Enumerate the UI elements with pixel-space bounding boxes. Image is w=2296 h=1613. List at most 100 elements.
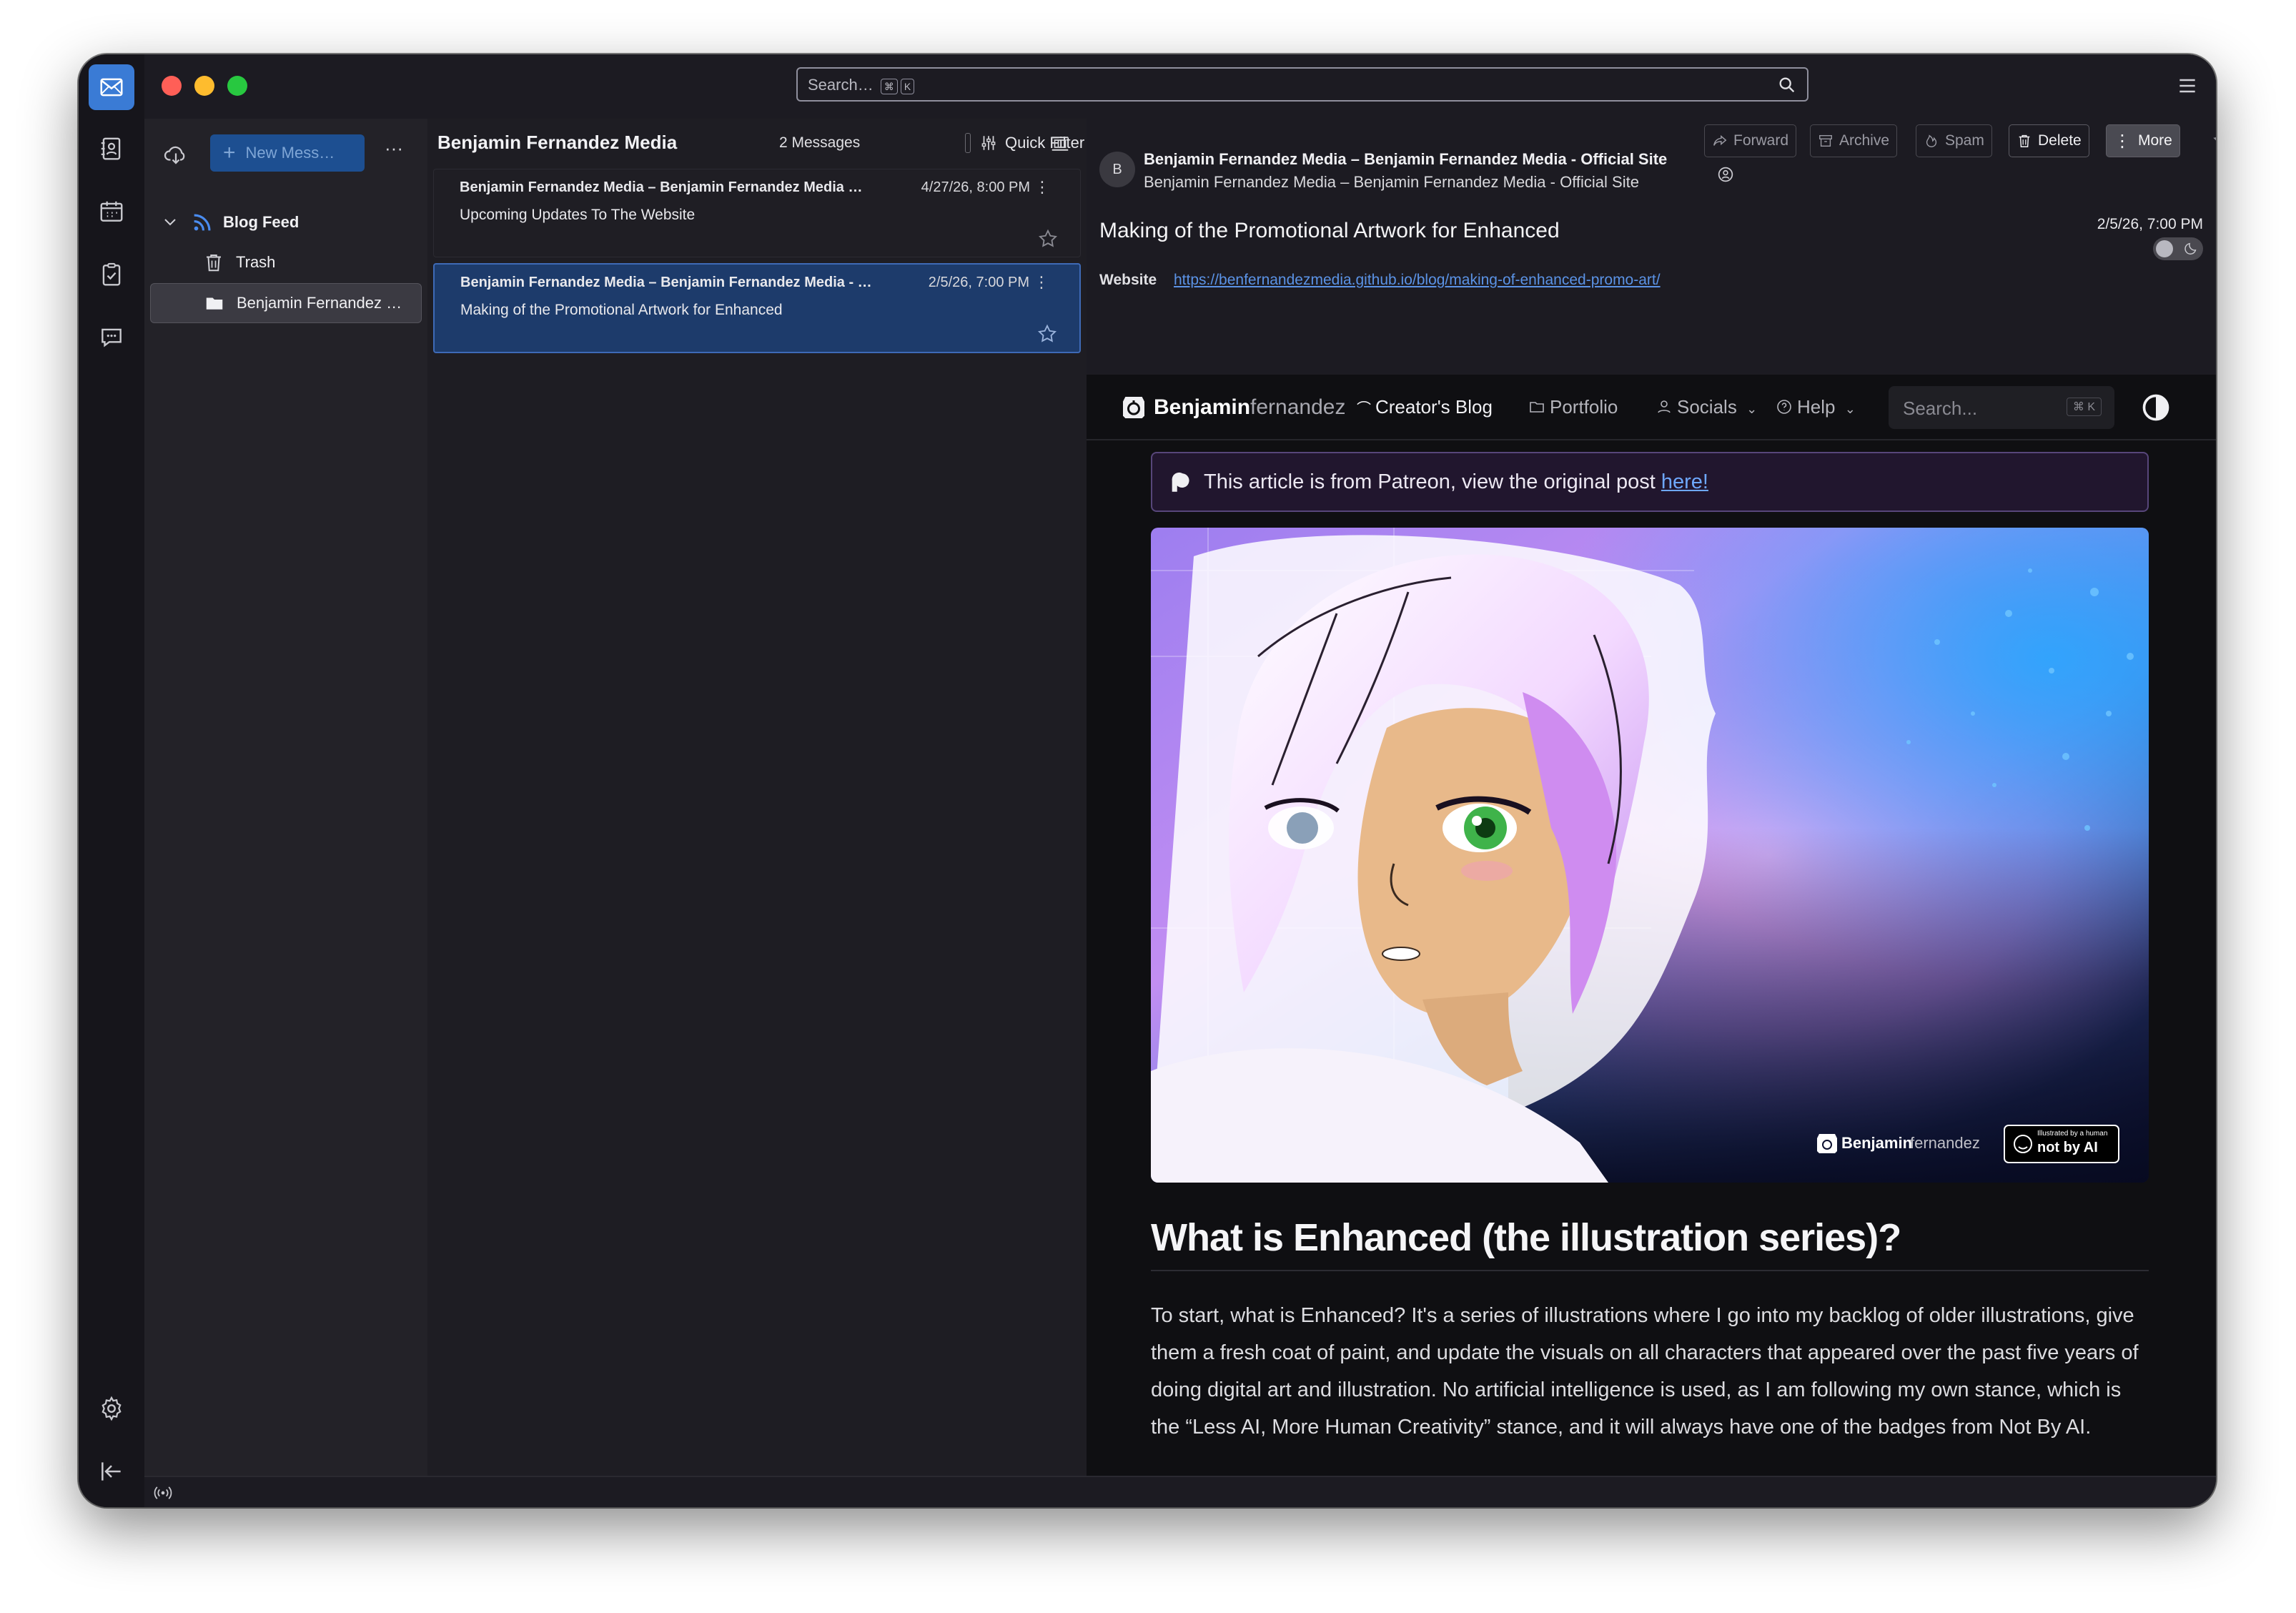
site-navbar: Benjamin fernandez ⌒ Creator's Blog Portfo… [1087, 375, 2216, 440]
minimize-window-button[interactable] [194, 76, 214, 96]
app-window: Search… ⌘ K + New Mess… ··· Blog Feed Tra… [79, 54, 2216, 1507]
archive-button[interactable]: Archive [1810, 124, 1898, 157]
get-messages-icon[interactable] [163, 142, 189, 167]
message-row-selected[interactable]: Benjamin Fernandez Media – Benjamin Fern… [433, 263, 1081, 353]
users-icon [1658, 400, 1671, 413]
star-icon[interactable] [1036, 323, 1058, 345]
app-menu-icon[interactable] [2176, 74, 2199, 97]
web-content: Benjamin fernandez ⌒ Creator's Blog Portfo… [1087, 375, 2216, 1477]
star-icon[interactable] [1037, 228, 1059, 250]
folder-icon [1530, 402, 1544, 413]
chat-icon [102, 328, 122, 347]
message-reader-pane: Forward Archive Spam Delete ⋮ More B Ben… [1087, 119, 2216, 1477]
hero-artwork-image: Benjamin fernandez Illustrated by a huma… [1151, 528, 2149, 1183]
hero-logo-text-light: fernandez [1910, 1134, 1980, 1152]
message-subject: Upcoming Updates To The Website [460, 207, 696, 223]
patreon-banner: This article is from Patreon, view the o… [1151, 452, 2149, 512]
spam-label: Spam [1945, 132, 1984, 149]
folder-label: Benjamin Fernandez … [237, 294, 402, 312]
message-date: 2/5/26, 7:00 PM [928, 275, 1029, 290]
logo-text-light: fernandez [1250, 395, 1346, 419]
tasks-icon [102, 262, 121, 286]
folder-trash[interactable]: Trash [150, 243, 422, 282]
message-menu-button[interactable]: ⋮ [1034, 273, 1049, 292]
website-label: Website [1099, 272, 1157, 288]
website-link[interactable]: https://benfernandezmedia.github.io/blog… [1174, 272, 1661, 289]
new-message-label: New Mess… [245, 144, 335, 162]
site-search-input[interactable]: Search... ⌘ K [1889, 386, 2114, 429]
article-heading: What is Enhanced (the illustration serie… [1151, 1215, 2149, 1271]
online-status-icon[interactable] [153, 1483, 173, 1503]
calendar-space-button[interactable] [89, 189, 134, 235]
star-icon[interactable] [2212, 129, 2216, 153]
message-date: 2/5/26, 7:00 PM [2097, 216, 2203, 232]
kebab-icon: ⋮ [2114, 131, 2131, 151]
nav-help[interactable]: Help ⌄ [1776, 396, 1856, 418]
dark-mode-toggle[interactable] [2153, 237, 2203, 260]
global-search-placeholder: Search… ⌘ K [808, 76, 915, 94]
list-display-options-icon[interactable] [1049, 133, 1071, 154]
site-logo[interactable]: Benjamin fernandez [1119, 393, 1345, 422]
address-book-space-button[interactable] [89, 126, 134, 172]
site-logo-icon [1123, 397, 1144, 418]
address-book-add-icon[interactable] [1716, 164, 1736, 184]
hero-watermark-logo [1817, 1134, 1837, 1153]
close-window-button[interactable] [162, 76, 182, 96]
folder-pane-menu-button[interactable]: ··· [385, 137, 403, 159]
archive-label: Archive [1839, 132, 1890, 149]
forward-button[interactable]: Forward [1704, 124, 1797, 157]
global-search-input[interactable]: Search… ⌘ K [796, 67, 1808, 102]
patreon-original-link[interactable]: here! [1661, 470, 1708, 493]
nav-creators-blog[interactable]: ⌒ Creator's Blog [1357, 396, 1493, 418]
mail-space-button[interactable] [89, 64, 134, 110]
banner-text: This article is from Patreon, view the o… [1204, 470, 1661, 493]
chevron-down-icon[interactable] [162, 214, 179, 231]
settings-button[interactable] [89, 1386, 134, 1431]
spam-flame-icon [1926, 134, 1937, 147]
titlebar: Search… ⌘ K [144, 54, 2216, 119]
logo-text-bold: Benjamin [1154, 395, 1251, 419]
trash-icon [2019, 134, 2030, 147]
filter-sliders-icon [981, 136, 996, 150]
message-to[interactable]: Benjamin Fernandez Media – Benjamin Fern… [1144, 173, 1639, 192]
spam-button[interactable]: Spam [1916, 124, 1992, 157]
folder-blog-feed[interactable]: Blog Feed [150, 203, 422, 242]
article-paragraph: To start, what is Enhanced? It's a serie… [1151, 1304, 2139, 1439]
collapse-spaces-button[interactable] [89, 1449, 134, 1494]
more-button[interactable]: ⋮ More [2106, 124, 2180, 157]
nav-socials[interactable]: Socials ⌄ [1656, 396, 1757, 418]
gear-icon [102, 1396, 122, 1421]
message-from[interactable]: Benjamin Fernandez Media – Benjamin Fern… [1144, 150, 1667, 169]
delete-label: Delete [2038, 132, 2082, 149]
folder-benjamin-fernandez[interactable]: Benjamin Fernandez … [150, 283, 422, 323]
message-row[interactable]: Benjamin Fernandez Media – Benjamin Fern… [433, 169, 1081, 257]
message-count: 2 Messages [779, 134, 861, 151]
search-icon[interactable] [1777, 75, 1797, 95]
collapse-left-icon [102, 1462, 121, 1481]
archive-icon [1819, 134, 1832, 147]
chat-space-button[interactable] [89, 315, 134, 360]
zoom-window-button[interactable] [227, 76, 247, 96]
badge-small-text: Illustrated by a human [2037, 1130, 2108, 1138]
delete-button[interactable]: Delete [2009, 124, 2089, 157]
hero-logo-text-bold: Benjamin [1841, 1134, 1913, 1152]
forward-label: Forward [1733, 132, 1789, 149]
rss-icon: ⌒ [1357, 401, 1371, 417]
quick-filter-label: Quick Filter [1005, 134, 1085, 152]
shortcut-k-key: K [900, 79, 915, 94]
new-message-button[interactable]: + New Mess… [210, 134, 365, 172]
tasks-space-button[interactable] [89, 252, 134, 297]
message-menu-button[interactable]: ⋮ [1034, 178, 1050, 197]
chevron-down-icon: ⌄ [1746, 402, 1758, 416]
more-label: More [2138, 132, 2172, 149]
nav-portfolio[interactable]: Portfolio [1528, 396, 1618, 418]
theme-toggle-icon[interactable] [2140, 392, 2172, 423]
trash-icon [207, 255, 221, 272]
quick-filter-toggle[interactable] [965, 133, 971, 153]
folder-icon [206, 297, 223, 310]
message-subject-heading: Making of the Promotional Artwork for En… [1099, 219, 1560, 242]
shortcut-cmd-key: ⌘ [880, 79, 898, 94]
help-icon [1777, 400, 1791, 414]
message-date: 4/27/26, 8:00 PM [921, 179, 1030, 195]
nav-label: Creator's Blog [1375, 396, 1493, 418]
